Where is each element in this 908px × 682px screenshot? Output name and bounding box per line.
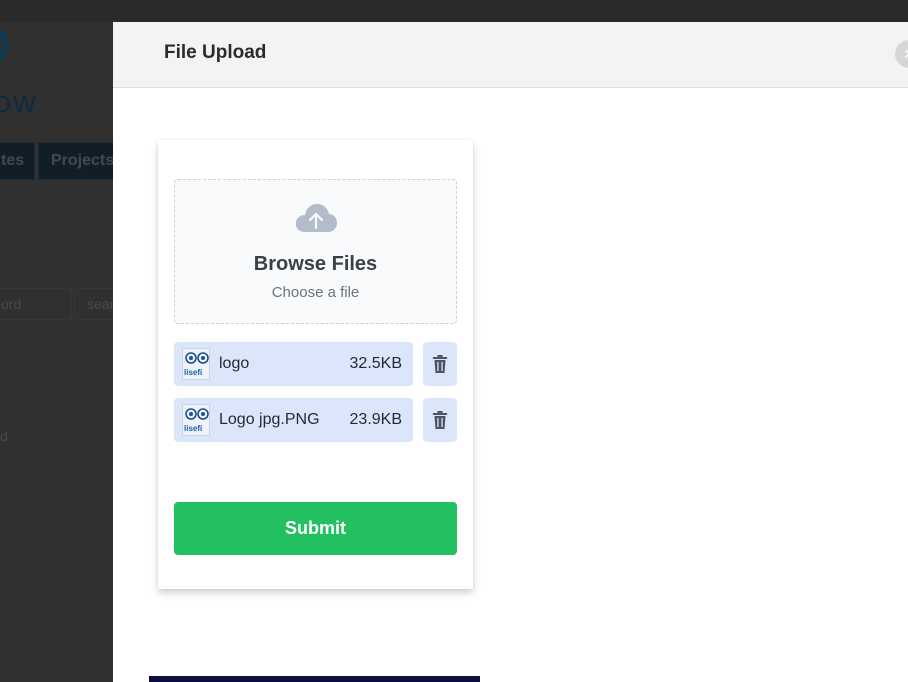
background-logo [0, 24, 8, 66]
background-text: d [0, 428, 8, 444]
file-item: lisefi Logo jpg.PNG 23.9KB [174, 398, 413, 442]
file-item: lisefi logo 32.5KB [174, 342, 413, 386]
file-dropzone[interactable]: Browse Files Choose a file [174, 179, 457, 324]
file-upload-modal: File Upload × Browse Files Choose a file… [113, 22, 908, 682]
background-input-password: ord [0, 288, 72, 320]
background-topbar [0, 0, 908, 22]
background-input-search: sear [74, 288, 114, 320]
bottom-bar [149, 676, 480, 682]
file-thumbnail: lisefi [182, 348, 210, 380]
file-name: Logo jpg.PNG [219, 411, 320, 428]
background-brand: ow [0, 84, 38, 119]
file-name: logo [219, 355, 250, 372]
upload-card: Browse Files Choose a file lisefi logo 3… [158, 140, 473, 589]
browse-files-subtitle: Choose a file [271, 284, 360, 301]
file-size: 23.9KB [349, 411, 402, 428]
close-icon[interactable]: × [895, 40, 908, 68]
delete-file-button[interactable] [423, 398, 457, 442]
thumbnail-text: lisefi [184, 368, 203, 377]
background-nav-projects: Projects [38, 142, 118, 180]
cloud-upload-icon [295, 204, 337, 232]
file-thumbnail: lisefi [182, 404, 210, 436]
delete-file-button[interactable] [423, 342, 457, 386]
browse-files-title: Browse Files [253, 253, 378, 275]
modal-title: File Upload [164, 42, 267, 63]
submit-button[interactable]: Submit [174, 502, 457, 555]
trash-icon [433, 411, 447, 429]
trash-icon [433, 355, 447, 373]
modal-header: File Upload × [113, 22, 908, 88]
background-nav-sites: tes [0, 142, 35, 180]
file-size: 32.5KB [349, 355, 402, 372]
thumbnail-text: lisefi [184, 424, 203, 433]
